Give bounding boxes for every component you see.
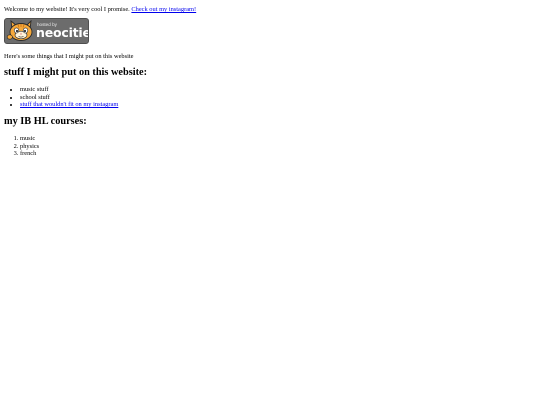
neocities-cat-logo-icon: [6, 19, 33, 41]
courses-list: music physics french: [4, 135, 536, 158]
courses-heading: my IB HL courses:: [4, 115, 87, 127]
intro-text: Welcome to my website! It's very cool I …: [4, 6, 130, 13]
list-item: french: [20, 150, 536, 158]
neocities-badge[interactable]: hosted by neocities: [4, 17, 89, 44]
stuff-list: music stuff school stuff stuff that woul…: [4, 86, 536, 109]
list-item: school stuff: [20, 94, 536, 102]
list-item: music stuff: [20, 86, 536, 94]
list-item: physics: [20, 143, 536, 151]
stuff-heading: stuff I might put on this website:: [4, 67, 148, 79]
page-content: Welcome to my website! It's very cool I …: [4, 4, 536, 158]
badge-brand-text: neocities: [36, 24, 88, 40]
list-item-label: school stuff: [20, 93, 50, 101]
list-item: stuff that wouldn't fit on my instagram: [20, 101, 536, 109]
instagram-overflow-link[interactable]: stuff that wouldn't fit on my instagram: [20, 101, 118, 108]
things-description: Here's some things that I might put on t…: [4, 52, 134, 60]
instagram-link[interactable]: Check out my instagram!: [131, 6, 196, 13]
list-item-label: music stuff: [20, 86, 49, 94]
list-item: music: [20, 135, 536, 143]
intro-line: Welcome to my website! It's very cool I …: [4, 6, 536, 14]
